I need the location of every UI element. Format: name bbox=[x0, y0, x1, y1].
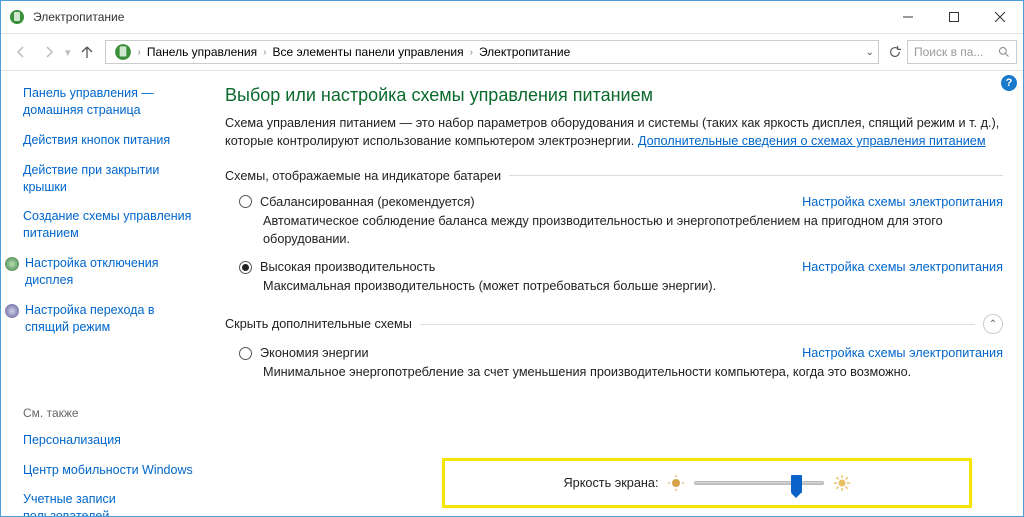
see-also-header: См. также bbox=[23, 406, 201, 420]
sidebar-home-link[interactable]: Панель управления — домашняя страница bbox=[23, 85, 201, 119]
back-button[interactable] bbox=[7, 38, 35, 66]
breadcrumb-item[interactable]: Панель управления bbox=[143, 45, 261, 59]
radio-button[interactable] bbox=[239, 195, 252, 208]
up-button[interactable] bbox=[73, 38, 101, 66]
search-placeholder: Поиск в па... bbox=[914, 45, 983, 59]
section-header: Схемы, отображаемые на индикаторе батаре… bbox=[225, 169, 1003, 183]
chevron-right-icon[interactable]: › bbox=[468, 47, 475, 58]
plan-description: Максимальная производительность (может п… bbox=[263, 278, 1003, 296]
brightness-slider[interactable] bbox=[694, 481, 824, 485]
collapse-icon[interactable]: ⌃ bbox=[983, 314, 1003, 334]
chevron-right-icon[interactable]: › bbox=[136, 47, 143, 58]
sidebar: Панель управления — домашняя страница Де… bbox=[1, 71, 207, 516]
plan-name[interactable]: Экономия энергии bbox=[260, 346, 369, 360]
minimize-button[interactable] bbox=[885, 1, 931, 33]
plan-description: Минимальное энергопотребление за счет ум… bbox=[263, 364, 1003, 382]
main-pane: ? Выбор или настройка схемы управления п… bbox=[207, 71, 1023, 516]
sun-bright-icon bbox=[834, 475, 850, 491]
refresh-button[interactable] bbox=[883, 40, 907, 64]
help-icon[interactable]: ? bbox=[1001, 75, 1017, 91]
radio-button[interactable] bbox=[239, 347, 252, 360]
page-description: Схема управления питанием — это набор па… bbox=[225, 114, 1003, 151]
sidebar-seealso-link[interactable]: Персонализация bbox=[23, 432, 201, 449]
recent-menu-caret[interactable]: ▾ bbox=[63, 46, 73, 59]
slider-thumb[interactable] bbox=[791, 475, 802, 493]
plan-settings-link[interactable]: Настройка схемы электропитания bbox=[802, 346, 1003, 360]
forward-button[interactable] bbox=[35, 38, 63, 66]
display-icon bbox=[5, 257, 19, 271]
chevron-right-icon[interactable]: › bbox=[261, 47, 268, 58]
power-plan: Экономия энергии Настройка схемы электро… bbox=[239, 346, 1003, 382]
sidebar-link[interactable]: Создание схемы управления питанием bbox=[23, 208, 201, 242]
close-button[interactable] bbox=[977, 1, 1023, 33]
sleep-icon bbox=[5, 304, 19, 318]
search-icon bbox=[998, 46, 1010, 58]
brightness-highlight: Яркость экрана: bbox=[442, 458, 972, 508]
sidebar-link[interactable]: Настройка отключения дисплея bbox=[5, 255, 201, 289]
maximize-button[interactable] bbox=[931, 1, 977, 33]
plan-settings-link[interactable]: Настройка схемы электропитания bbox=[802, 260, 1003, 274]
page-title: Выбор или настройка схемы управления пит… bbox=[225, 85, 1003, 106]
plan-name[interactable]: Высокая производительность bbox=[260, 260, 435, 274]
address-bar[interactable]: › Панель управления › Все элементы панел… bbox=[105, 40, 879, 64]
plan-description: Автоматическое соблюдение баланса между … bbox=[263, 213, 1003, 249]
sidebar-link[interactable]: Действия кнопок питания bbox=[23, 132, 201, 149]
power-plan: Сбалансированная (рекомендуется) Настрой… bbox=[239, 195, 1003, 249]
more-info-link[interactable]: Дополнительные сведения о схемах управле… bbox=[638, 134, 986, 148]
sidebar-link[interactable]: Настройка перехода в спящий режим bbox=[5, 302, 201, 336]
sidebar-link[interactable]: Действие при закрытии крышки bbox=[23, 162, 201, 196]
sidebar-seealso-link[interactable]: Учетные записи пользователей bbox=[23, 491, 201, 516]
title-bar: Электропитание bbox=[1, 1, 1023, 33]
brightness-label: Яркость экрана: bbox=[564, 476, 659, 490]
breadcrumb-item[interactable]: Электропитание bbox=[475, 45, 574, 59]
plan-name[interactable]: Сбалансированная (рекомендуется) bbox=[260, 195, 475, 209]
search-input[interactable]: Поиск в па... bbox=[907, 40, 1017, 64]
plan-settings-link[interactable]: Настройка схемы электропитания bbox=[802, 195, 1003, 209]
chevron-down-icon[interactable]: ⌄ bbox=[866, 47, 874, 58]
section-header-collapsible[interactable]: Скрыть дополнительные схемы ⌃ bbox=[225, 314, 1003, 334]
window-title: Электропитание bbox=[33, 10, 124, 24]
radio-button[interactable] bbox=[239, 261, 252, 274]
power-options-icon bbox=[114, 43, 132, 61]
breadcrumb-item[interactable]: Все элементы панели управления bbox=[268, 45, 467, 59]
sidebar-seealso-link[interactable]: Центр мобильности Windows bbox=[23, 462, 201, 479]
sun-dim-icon bbox=[668, 475, 684, 491]
toolbar: ▾ › Панель управления › Все элементы пан… bbox=[1, 33, 1023, 71]
power-options-icon bbox=[9, 9, 25, 25]
power-plan: Высокая производительность Настройка схе… bbox=[239, 260, 1003, 296]
